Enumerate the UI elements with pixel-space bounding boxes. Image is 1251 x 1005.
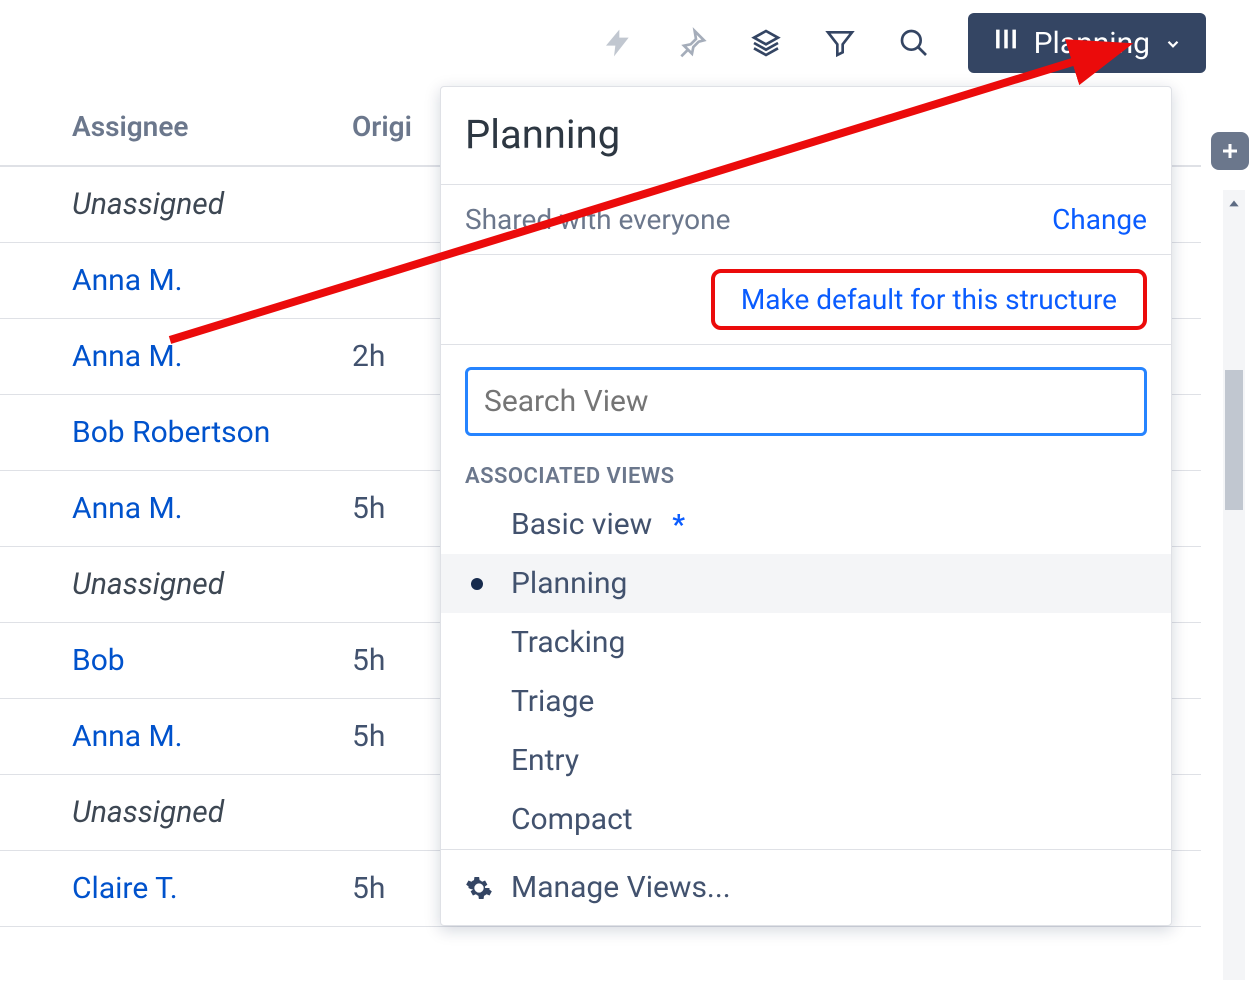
column-header-assignee[interactable]: Assignee: [72, 110, 352, 143]
assignee-link[interactable]: Bob Robertson: [72, 415, 270, 450]
view-item-label: Triage: [511, 684, 594, 719]
manage-views-label: Manage Views...: [511, 870, 731, 905]
right-gutter: [1215, 120, 1251, 980]
add-column-button[interactable]: [1211, 132, 1249, 170]
assignee-unassigned: Unassigned: [72, 567, 224, 602]
view-dropdown-panel: Planning Shared with everyone Change Mak…: [440, 86, 1172, 926]
view-item[interactable]: Tracking: [441, 613, 1171, 672]
manage-views-link[interactable]: Manage Views...: [441, 849, 1171, 925]
columns-icon: [992, 25, 1020, 61]
scroll-thumb[interactable]: [1225, 370, 1243, 510]
assignee-link[interactable]: Anna M.: [72, 491, 183, 526]
view-item[interactable]: Planning: [441, 554, 1171, 613]
associated-views-label: ASSOCIATED VIEWS: [441, 446, 1171, 495]
search-icon[interactable]: [894, 23, 934, 63]
assignee-link[interactable]: Bob: [72, 643, 125, 678]
toolbar: Planning: [598, 0, 1206, 86]
assignee-link[interactable]: Claire T.: [72, 871, 178, 906]
view-item-label: Tracking: [511, 625, 625, 660]
layers-icon[interactable]: [746, 23, 786, 63]
automation-icon[interactable]: [598, 23, 638, 63]
filter-icon[interactable]: [820, 23, 860, 63]
assignee-unassigned: Unassigned: [72, 795, 224, 830]
panel-title: Planning: [441, 87, 1171, 184]
chevron-down-icon: [1164, 26, 1182, 61]
make-default-highlight: Make default for this structure: [711, 269, 1147, 330]
gear-icon: [465, 874, 493, 902]
view-item-label: Compact: [511, 802, 633, 837]
view-item[interactable]: Triage: [441, 672, 1171, 731]
assignee-link[interactable]: Anna M.: [72, 339, 183, 374]
vertical-scrollbar[interactable]: [1223, 190, 1245, 980]
make-default-link[interactable]: Make default for this structure: [741, 283, 1117, 316]
view-item-label: Planning: [511, 566, 627, 601]
view-item-label: Entry: [511, 743, 579, 778]
default-star-icon: *: [672, 508, 685, 541]
view-item[interactable]: Compact: [441, 790, 1171, 849]
pin-icon[interactable]: [672, 23, 712, 63]
view-list: Basic view * Planning Tracking Triage Entry Co…: [441, 495, 1171, 849]
change-sharing-link[interactable]: Change: [1052, 203, 1147, 236]
assignee-link[interactable]: Anna M.: [72, 719, 183, 754]
selected-dot-icon: [471, 578, 483, 590]
view-item[interactable]: Entry: [441, 731, 1171, 790]
view-selector-button[interactable]: Planning: [968, 13, 1206, 73]
view-selector-label: Planning: [1034, 26, 1150, 61]
view-item[interactable]: Basic view *: [441, 495, 1171, 554]
search-view-input[interactable]: [465, 367, 1147, 436]
share-status-text: Shared with everyone: [465, 203, 730, 236]
assignee-unassigned: Unassigned: [72, 187, 224, 222]
view-item-label: Basic view: [511, 507, 652, 542]
scroll-up-arrow[interactable]: [1223, 190, 1245, 218]
assignee-link[interactable]: Anna M.: [72, 263, 183, 298]
